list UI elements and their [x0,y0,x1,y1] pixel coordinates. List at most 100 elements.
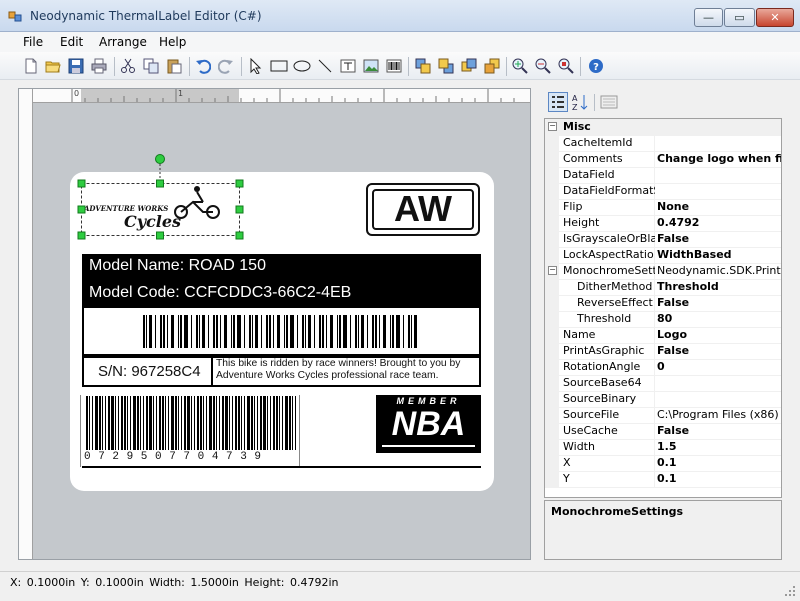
menu-arrange[interactable]: Arrange [99,35,147,49]
upc-barcode[interactable] [86,396,296,450]
property-row[interactable]: IsGrayscaleOrBlackFalse [545,231,781,248]
property-row[interactable]: DataField [545,167,781,184]
ellipse-tool-icon[interactable] [293,58,311,74]
property-row[interactable]: X 0.1 [545,455,781,472]
property-value[interactable]: False [657,296,781,309]
property-row[interactable]: Comments Change logo when fina [545,151,781,168]
print-icon[interactable] [91,58,107,74]
barcode-bar [261,315,262,348]
barcode-tool-icon[interactable] [386,58,402,74]
zoom-fit-icon[interactable] [558,58,574,74]
category-label: Misc [563,120,591,133]
save-icon[interactable] [68,58,84,74]
property-value[interactable]: Neodynamic.SDK.Printing. [657,264,781,277]
property-row[interactable]: SourceBase64 [545,375,781,392]
nba-member-logo[interactable]: MEMBER NBA [376,395,481,453]
property-row[interactable]: ReverseEffect False [545,295,781,312]
property-value[interactable]: Threshold [657,280,781,293]
property-row[interactable]: RotationAngle 0 [545,359,781,376]
property-row[interactable]: LockAspectRatio WidthBased [545,247,781,264]
send-back-icon[interactable] [438,58,454,74]
alphabetical-icon[interactable]: AZ [570,92,590,112]
menu-edit[interactable]: Edit [60,35,83,49]
property-value[interactable]: False [657,344,781,357]
property-row[interactable]: DataFieldFormatStr [545,183,781,200]
property-row[interactable]: −MonochromeSettinNeodynamic.SDK.Printing… [545,263,781,280]
property-row[interactable]: Height 0.4792 [545,215,781,232]
property-row[interactable]: Flip None [545,199,781,216]
bring-forward-icon[interactable] [461,58,477,74]
property-row[interactable]: DitherMethod Threshold [545,279,781,296]
property-grid[interactable]: − Misc CacheItemId Comments Change logo wh… [544,118,782,498]
property-row[interactable]: UseCache False [545,423,781,440]
menu-help[interactable]: Help [159,35,186,49]
zoom-out-icon[interactable] [535,58,551,74]
pointer-icon[interactable] [247,58,263,74]
barcode-bar [372,315,374,348]
zoom-in-icon[interactable] [512,58,528,74]
property-row[interactable]: Threshold 80 [545,311,781,328]
barcode-bar [184,396,186,450]
property-row[interactable]: CacheItemId [545,135,781,152]
category-row-misc[interactable]: − Misc [545,119,781,136]
property-value[interactable]: False [657,424,781,437]
property-value[interactable]: 0.1 [657,472,781,485]
property-value[interactable]: 0.1 [657,456,781,469]
help-icon[interactable]: ? [588,58,604,74]
property-row[interactable]: PrintAsGraphic False [545,343,781,360]
property-value[interactable]: False [657,232,781,245]
property-value[interactable]: C:\Program Files (x86) [657,408,781,421]
promo-text[interactable]: This bike is ridden by race winners! Bro… [216,358,478,382]
property-row[interactable]: SourceBinary [545,391,781,408]
barcode-bar [187,396,190,450]
close-button[interactable]: ✕ [756,8,794,27]
menu-file[interactable]: File [23,35,43,49]
barcode-bar [220,315,221,348]
code128-barcode[interactable] [143,315,419,348]
minimize-button[interactable]: — [694,8,723,27]
property-row[interactable]: Name Logo [545,327,781,344]
selection-handles[interactable] [76,150,246,242]
property-value[interactable]: Change logo when fina [657,152,781,165]
property-value[interactable]: 80 [657,312,781,325]
redo-icon[interactable] [218,58,234,74]
barcode-bar [305,315,306,348]
send-backward-icon[interactable] [484,58,500,74]
toolbar-separator [408,57,409,76]
property-value[interactable]: 0.4792 [657,216,781,229]
copy-icon[interactable] [143,58,159,74]
maximize-button[interactable]: ▭ [724,8,755,27]
row-gutter [545,247,559,263]
barcode-bar [295,396,296,450]
open-icon[interactable] [45,58,61,74]
property-value[interactable]: Logo [657,328,781,341]
aw-logo-box[interactable]: AW [366,183,480,236]
property-row[interactable]: SourceFile C:\Program Files (x86) [545,407,781,424]
barcode-bar [244,315,245,348]
toolbar-separator [594,94,595,111]
collapse-icon[interactable]: − [548,122,557,131]
property-value[interactable]: 1.5 [657,440,781,453]
line-tool-icon[interactable] [317,58,333,74]
barcode-bar [160,315,162,348]
new-icon[interactable] [23,58,39,74]
property-value[interactable]: None [657,200,781,213]
property-value[interactable]: WidthBased [657,248,781,261]
barcode-bar [289,396,291,450]
property-row[interactable]: Y 0.1 [545,471,781,488]
bring-front-icon[interactable] [415,58,431,74]
cut-icon[interactable] [120,58,136,74]
toolbar-separator [189,57,190,76]
resize-grip-icon[interactable] [784,585,796,597]
collapse-icon[interactable]: − [548,266,557,275]
categorized-icon[interactable] [548,92,568,112]
undo-icon[interactable] [195,58,211,74]
rectangle-tool-icon[interactable] [270,58,288,74]
paste-icon[interactable] [166,58,182,74]
property-value[interactable]: 0 [657,360,781,373]
image-tool-icon[interactable] [363,58,379,74]
serial-number-text[interactable]: S/N: 967258C4 [98,363,201,380]
property-row[interactable]: Width 1.5 [545,439,781,456]
text-tool-icon[interactable] [340,58,356,74]
property-pages-icon[interactable] [600,94,618,110]
